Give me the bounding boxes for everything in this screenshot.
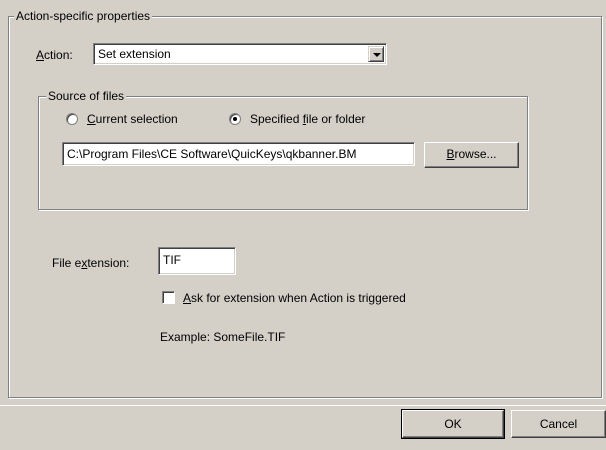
file-extension-value: TIF xyxy=(163,253,181,267)
radio-selected-dot xyxy=(233,117,237,121)
ask-extension-checkbox[interactable] xyxy=(162,291,175,304)
file-path-value: C:\Program Files\CE Software\QuicKeys\qk… xyxy=(67,147,357,161)
browse-button[interactable]: Browse... xyxy=(424,142,519,168)
file-extension-input[interactable]: TIF xyxy=(158,247,236,275)
bottom-separator xyxy=(0,405,606,406)
file-extension-label: File extension: xyxy=(52,256,130,270)
action-properties-legend: Action-specific properties xyxy=(14,9,153,23)
action-select[interactable]: Set extension xyxy=(93,43,387,65)
radio-specified-file-or-folder[interactable] xyxy=(229,113,241,125)
ok-button[interactable]: OK xyxy=(401,409,505,439)
source-of-files-legend: Source of files xyxy=(46,89,127,103)
chevron-down-icon xyxy=(373,53,381,57)
radio-current-selection[interactable] xyxy=(66,113,78,125)
example-text: Example: SomeFile.TIF xyxy=(160,330,286,344)
action-select-value: Set extension xyxy=(98,47,171,61)
radio-current-selection-label[interactable]: Current selection xyxy=(87,111,178,127)
ask-extension-checkbox-label[interactable]: Ask for extension when Action is trigger… xyxy=(183,290,406,306)
file-path-input[interactable]: C:\Program Files\CE Software\QuicKeys\qk… xyxy=(62,142,415,166)
action-dropdown-button[interactable] xyxy=(368,46,384,62)
radio-specified-file-or-folder-label[interactable]: Specified file or folder xyxy=(250,111,365,127)
action-label: Action: xyxy=(36,48,73,62)
cancel-button[interactable]: Cancel xyxy=(511,410,606,438)
